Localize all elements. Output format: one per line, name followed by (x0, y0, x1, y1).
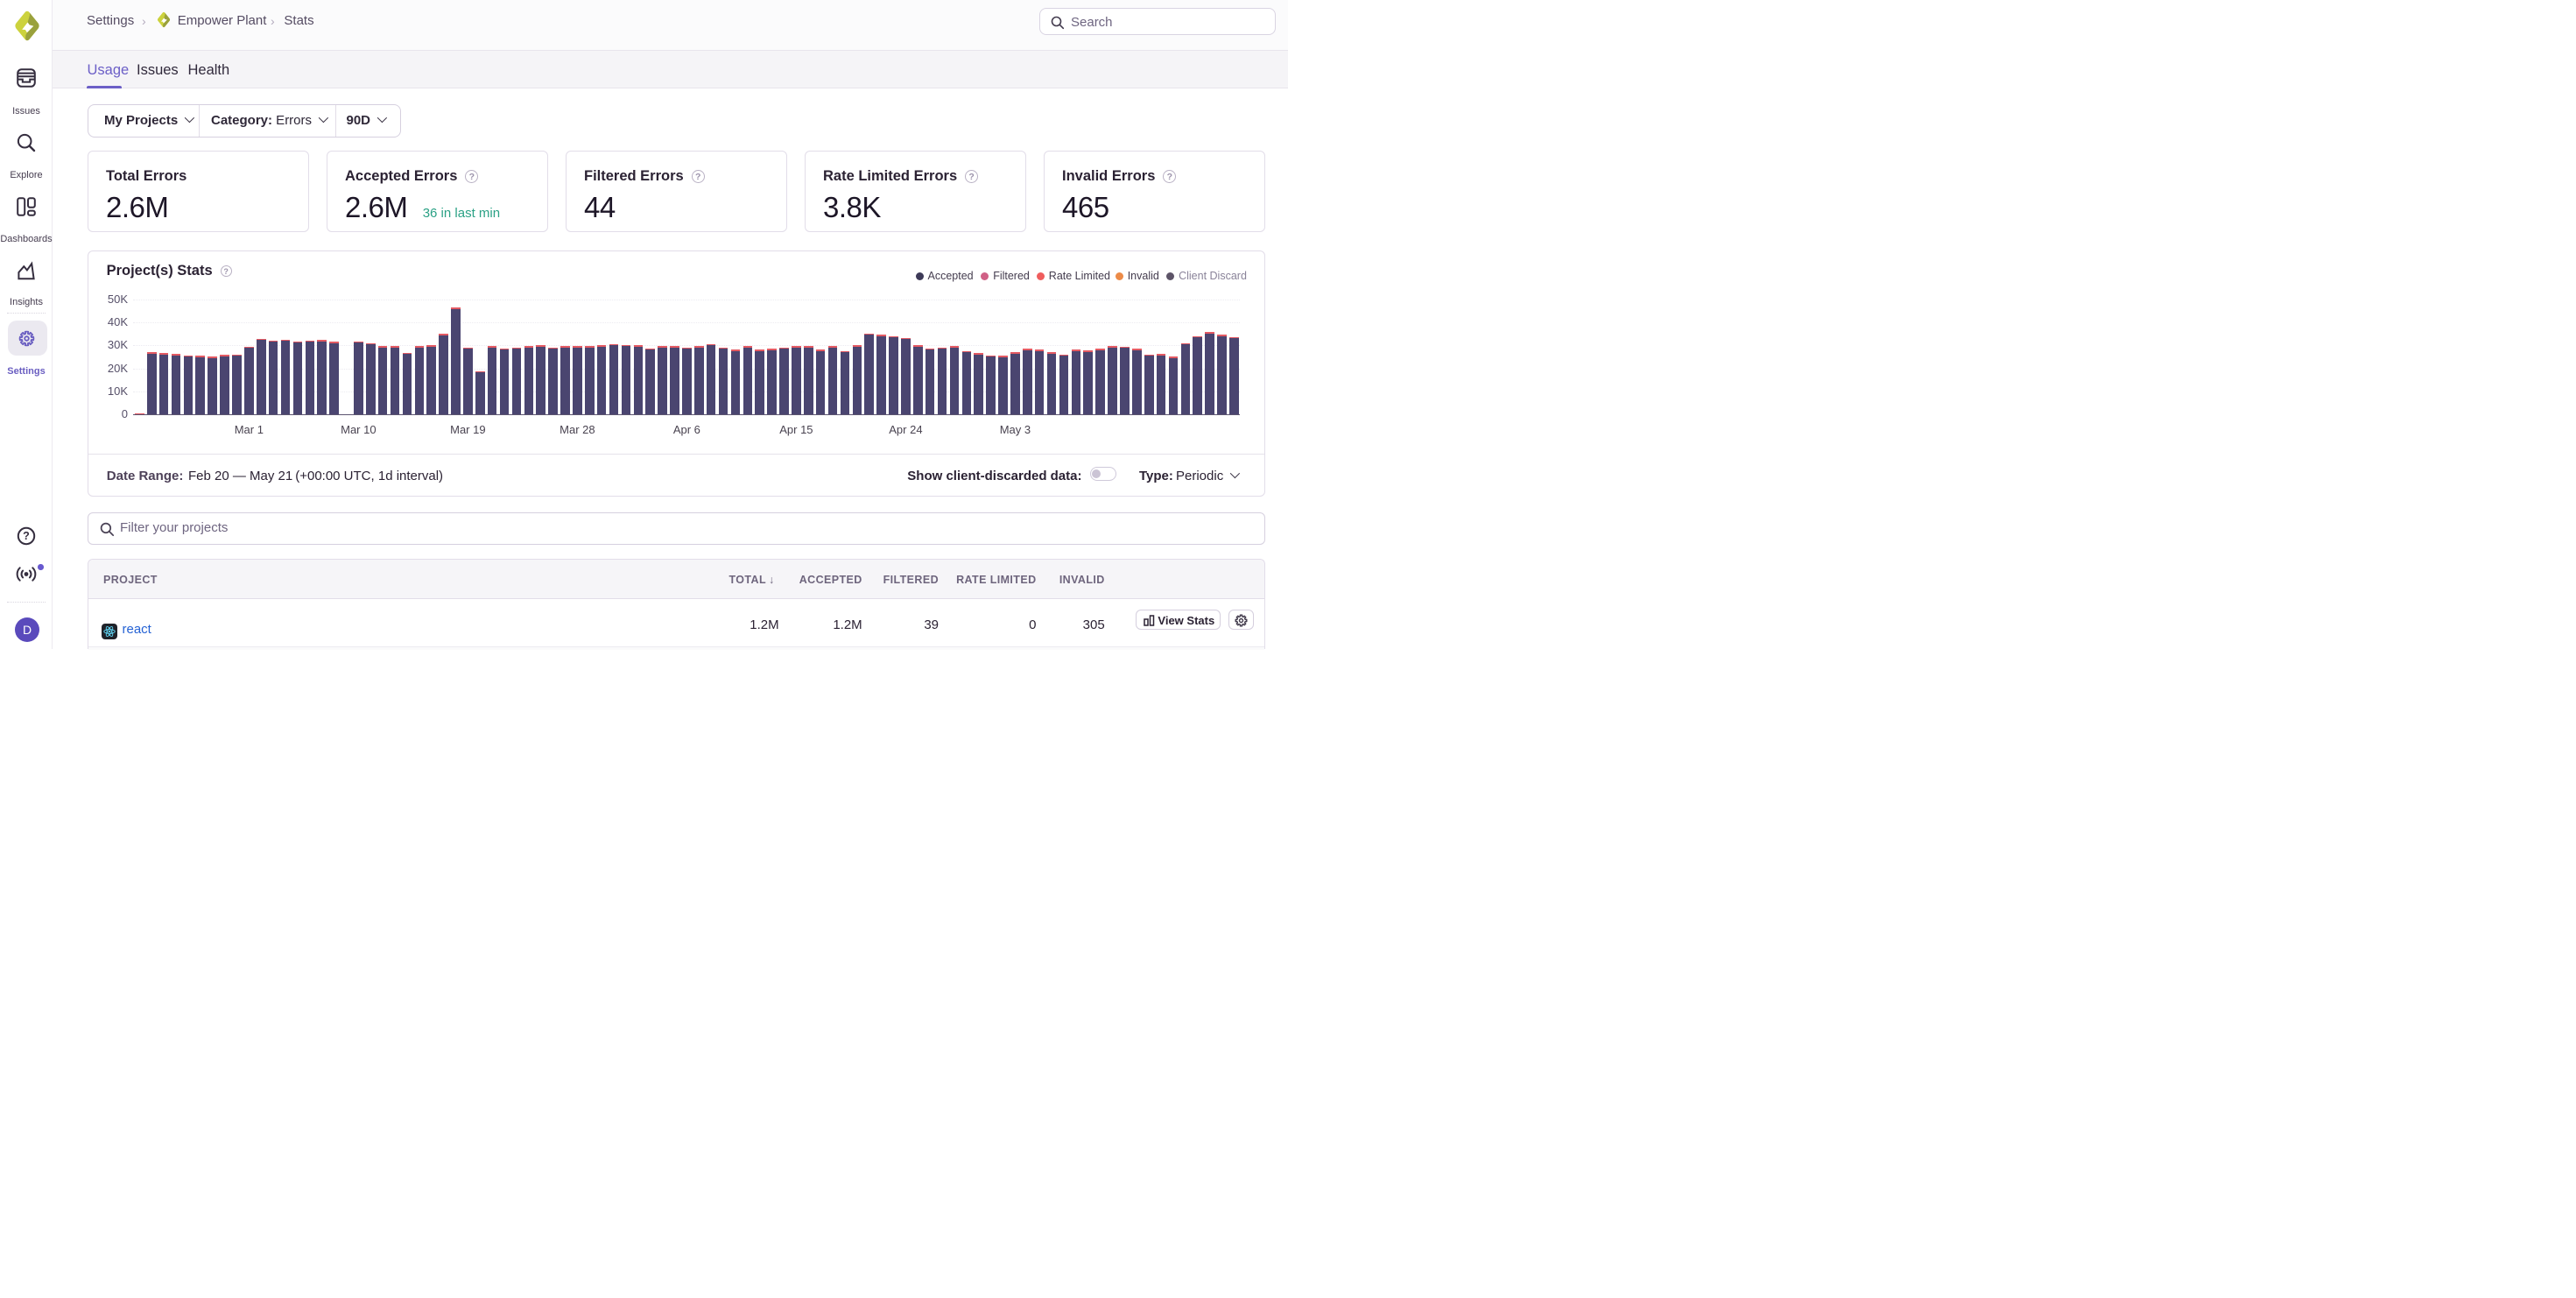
svg-text:?: ? (23, 530, 30, 542)
